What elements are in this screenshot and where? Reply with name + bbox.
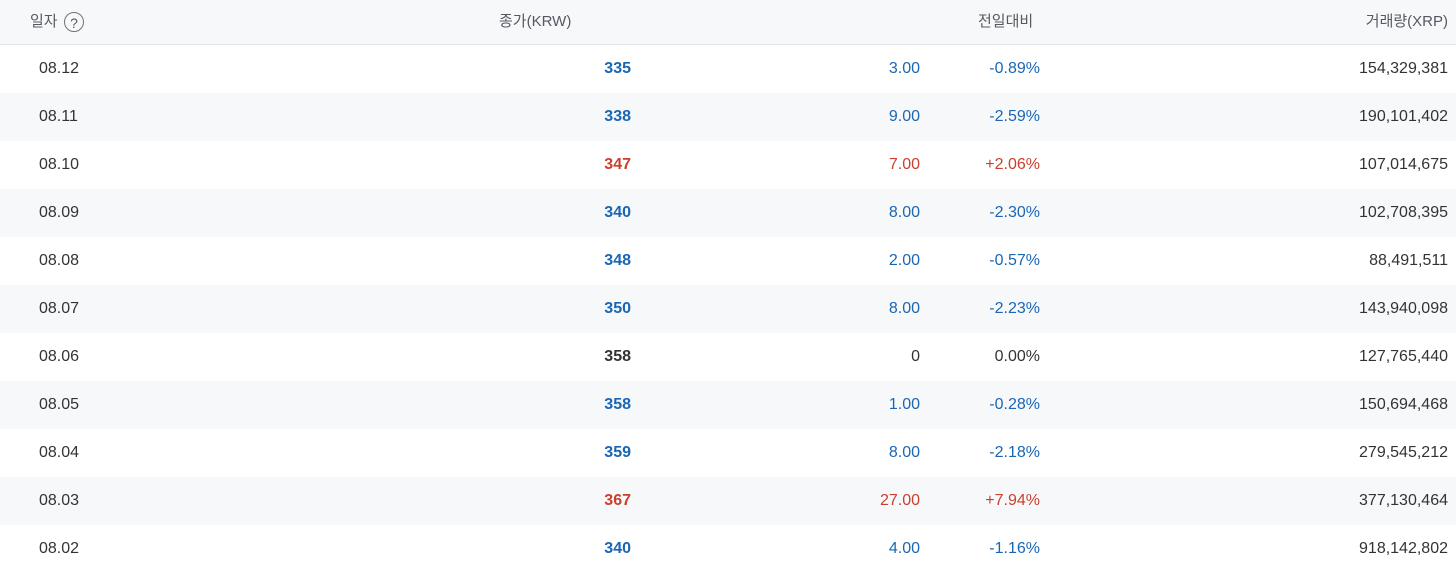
close-price-cell: 358: [604, 348, 631, 365]
volume-cell: 88,491,511: [1369, 252, 1448, 269]
date-cell: 08.04: [39, 444, 80, 461]
close-price-cell: 358: [604, 396, 631, 413]
change-amount-cell: 8.00: [888, 204, 920, 221]
table-row: 08.09 340 8.00 -2.30% 102,708,395: [0, 189, 1456, 237]
change-amount-cell: 0: [911, 348, 920, 365]
table-row: 08.06 358 0 0.00% 127,765,440: [0, 333, 1456, 381]
close-price-cell: 350: [604, 300, 631, 317]
table-row: 08.03 367 27.00 +7.94% 377,130,464: [0, 477, 1456, 525]
table-row: 08.10 347 7.00 +2.06% 107,014,675: [0, 141, 1456, 189]
change-rate-cell: -1.16%: [989, 540, 1040, 557]
close-price-cell: 359: [604, 444, 631, 461]
date-cell: 08.09: [39, 204, 80, 221]
volume-cell: 102,708,395: [1359, 204, 1448, 221]
date-cell: 08.10: [39, 156, 80, 173]
close-price-cell: 348: [604, 252, 631, 269]
table-row: 08.08 348 2.00 -0.57% 88,491,511: [0, 237, 1456, 285]
price-history-table: 일자 ? 종가(KRW) 전일대비 거래량(XRP) 08.12 335 3.0…: [0, 0, 1456, 581]
change-rate-cell: 0.00%: [994, 348, 1040, 365]
volume-cell: 127,765,440: [1359, 348, 1448, 365]
change-amount-cell: 8.00: [888, 444, 920, 461]
help-icon[interactable]: ?: [64, 12, 84, 32]
change-column-header[interactable]: 전일대비: [978, 12, 1033, 32]
date-cell: 08.12: [39, 60, 80, 77]
change-rate-cell: -0.57%: [989, 252, 1040, 269]
volume-cell: 107,014,675: [1359, 156, 1448, 173]
volume-cell: 154,329,381: [1359, 60, 1448, 77]
change-amount-cell: 1.00: [888, 396, 920, 413]
table-header: 일자 ? 종가(KRW) 전일대비 거래량(XRP): [0, 0, 1456, 45]
close-price-cell: 340: [604, 204, 631, 221]
table-row: 08.12 335 3.00 -0.89% 154,329,381: [0, 45, 1456, 93]
table-row: 08.02 340 4.00 -1.16% 918,142,802: [0, 525, 1456, 573]
table-row: 08.11 338 9.00 -2.59% 190,101,402: [0, 93, 1456, 141]
date-cell: 08.08: [39, 252, 80, 269]
close-price-cell: 347: [604, 156, 631, 173]
close-price-cell: 340: [604, 540, 631, 557]
change-rate-cell: -0.89%: [989, 60, 1040, 77]
volume-cell: 377,130,464: [1359, 492, 1448, 509]
table-row: 08.05 358 1.00 -0.28% 150,694,468: [0, 381, 1456, 429]
change-amount-cell: 8.00: [888, 300, 920, 317]
change-amount-cell: 2.00: [888, 252, 920, 269]
change-rate-cell: -0.28%: [989, 396, 1040, 413]
change-amount-cell: 4.00: [888, 540, 920, 557]
table-row: 08.07 350 8.00 -2.23% 143,940,098: [0, 285, 1456, 333]
volume-cell: 150,694,468: [1359, 396, 1448, 413]
close-price-column-header[interactable]: 종가(KRW): [499, 12, 571, 32]
change-amount-cell: 3.00: [888, 60, 920, 77]
date-cell: 08.07: [39, 300, 80, 317]
date-cell: 08.05: [39, 396, 80, 413]
date-cell: 08.02: [39, 540, 80, 557]
date-cell: 08.06: [39, 348, 80, 365]
date-column-header[interactable]: 일자: [30, 12, 58, 32]
date-cell: 08.11: [39, 108, 78, 125]
table-body: 08.12 335 3.00 -0.89% 154,329,381 08.11 …: [0, 45, 1456, 573]
change-amount-cell: 27.00: [879, 492, 920, 509]
volume-cell: 143,940,098: [1359, 300, 1448, 317]
close-price-cell: 338: [604, 108, 631, 125]
change-rate-cell: -2.30%: [989, 204, 1040, 221]
change-rate-cell: +7.94%: [985, 492, 1040, 509]
date-cell: 08.03: [39, 492, 80, 509]
volume-cell: 918,142,802: [1359, 540, 1448, 557]
change-rate-cell: -2.23%: [989, 300, 1040, 317]
change-amount-cell: 7.00: [888, 156, 920, 173]
volume-cell: 279,545,212: [1359, 444, 1448, 461]
change-rate-cell: +2.06%: [985, 156, 1040, 173]
table-row: 08.04 359 8.00 -2.18% 279,545,212: [0, 429, 1456, 477]
volume-cell: 190,101,402: [1359, 108, 1448, 125]
change-rate-cell: -2.18%: [989, 444, 1040, 461]
close-price-cell: 335: [604, 60, 631, 77]
change-rate-cell: -2.59%: [989, 108, 1040, 125]
change-amount-cell: 9.00: [888, 108, 920, 125]
volume-column-header[interactable]: 거래량(XRP): [1366, 12, 1448, 32]
close-price-cell: 367: [604, 492, 631, 509]
